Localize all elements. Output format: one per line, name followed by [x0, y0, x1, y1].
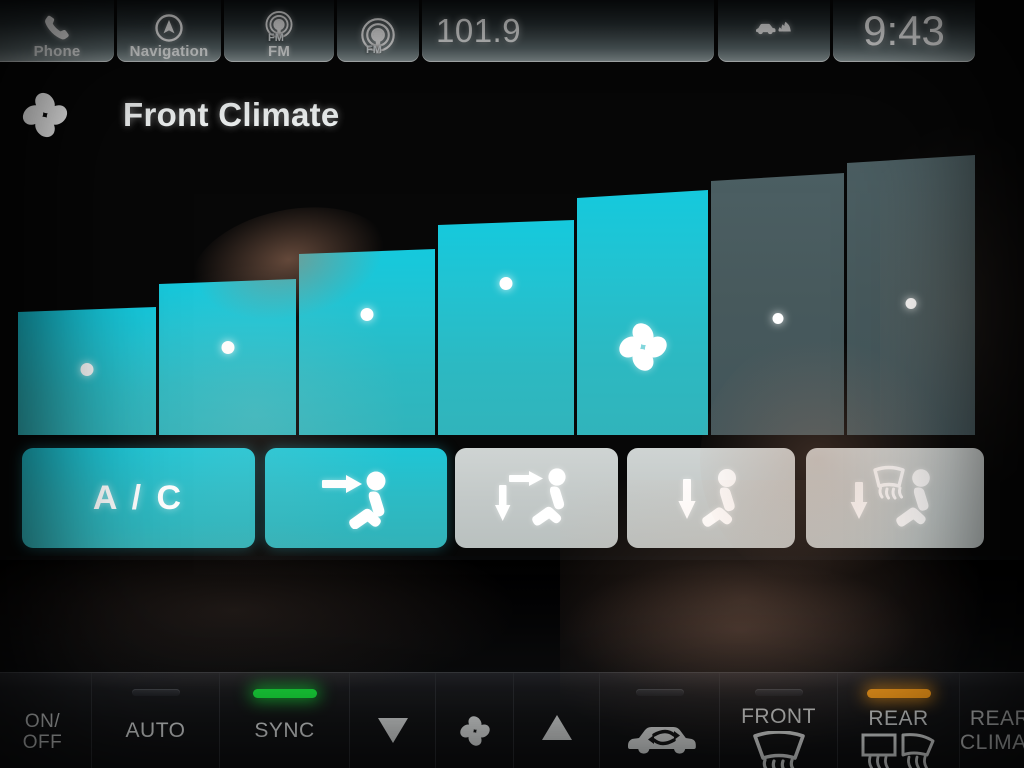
fan-speed-bar-6[interactable] [711, 173, 844, 435]
level-dot [499, 277, 513, 290]
hard-key-rear-defrost[interactable]: REAR [838, 673, 960, 768]
radio-tuner-icon: FM [358, 14, 398, 58]
hard-key-fan[interactable] [436, 673, 514, 768]
status-tile-fm[interactable]: FM FM [224, 0, 334, 62]
hard-key-auto[interactable]: AUTO [92, 673, 220, 768]
vent-defrost-floor-button[interactable] [806, 448, 984, 548]
phone-icon [42, 11, 72, 43]
status-tile-navigation[interactable]: Navigation [117, 0, 221, 62]
hard-key-label: AUTO [125, 719, 186, 742]
hard-key-label: SYNC [254, 719, 315, 742]
fan-speed-bar-5[interactable] [577, 190, 708, 435]
triangle-down-icon [376, 715, 410, 745]
fan-speed-bar-4[interactable] [438, 220, 574, 435]
fan-blade-icon [457, 713, 493, 749]
status-tile-frequency[interactable]: 101.9 [422, 0, 714, 62]
fan-blade-icon [18, 88, 72, 147]
hard-key-fan-up[interactable] [514, 673, 600, 768]
rear-defrost-icon [859, 731, 939, 768]
hard-key-label: REAR [868, 707, 929, 730]
hard-key-sync[interactable]: SYNC [220, 673, 350, 768]
airflow-mode-row: A / C [0, 440, 1024, 555]
status-tile-connectivity[interactable] [718, 0, 830, 62]
status-tile-fm-preset[interactable]: FM [337, 0, 419, 62]
vent-face-floor-button[interactable] [455, 448, 618, 548]
hvac-hard-panel-keys: ON/ OFF AUTO SYNC FRONT REAR REAR CLIMA [0, 672, 1024, 768]
level-dot [360, 308, 374, 321]
hard-key-front-defrost[interactable]: FRONT [720, 673, 838, 768]
vent-face-icon [314, 467, 398, 529]
fan-speed-bar-2[interactable] [159, 279, 296, 435]
hard-key-fan-down[interactable] [350, 673, 436, 768]
hard-key-label-line2: CLIMATE [960, 731, 1024, 754]
fm-badge: FM [366, 44, 382, 56]
ac-button[interactable]: A / C [22, 448, 255, 548]
status-tile-label: Phone [33, 43, 81, 60]
status-tile-label: FM [267, 43, 291, 60]
navigation-compass-icon [154, 11, 184, 43]
fan-speed-bar-1[interactable] [18, 307, 156, 435]
vent-face-button[interactable] [265, 448, 447, 548]
clock-value: 9:43 [863, 7, 945, 54]
vent-defrost-floor-icon [845, 464, 945, 532]
vent-face-floor-icon [491, 465, 583, 531]
hard-key-label: FRONT [741, 705, 816, 728]
page-title: Front Climate [123, 96, 340, 133]
status-tile-phone[interactable]: Phone [0, 0, 114, 62]
fan-speed-slider[interactable] [0, 150, 1024, 435]
windshield-defrost-icon [747, 731, 811, 768]
level-dot [221, 341, 234, 354]
vent-floor-button[interactable] [627, 448, 795, 548]
car-wifi-icon [753, 14, 795, 38]
hard-key-recirculation[interactable] [600, 673, 720, 768]
status-clock[interactable]: 9:43 [833, 0, 975, 62]
radio-tuner-icon: FM [262, 11, 296, 44]
level-dot [80, 363, 94, 376]
key-notch [754, 689, 803, 696]
vent-floor-icon [669, 465, 753, 531]
fan-speed-bar-3[interactable] [299, 249, 435, 435]
hard-key-onoff[interactable]: ON/ OFF [0, 673, 92, 768]
key-notch [131, 689, 180, 696]
sync-led-indicator [252, 689, 317, 698]
hard-key-label-line2: OFF [22, 732, 63, 753]
hard-key-rear-climate[interactable]: REAR CLIMATE [960, 673, 1024, 768]
status-tile-label: Navigation [129, 43, 209, 60]
hard-key-label-line1: ON/ [24, 711, 61, 732]
triangle-up-icon [540, 713, 574, 743]
fan-speed-bar-7[interactable] [847, 155, 975, 435]
radio-frequency: 101.9 [436, 12, 522, 49]
fan-blade-icon [614, 318, 672, 376]
ac-button-label: A / C [92, 478, 185, 517]
status-bar: Phone Navigation FM FM FM 101.9 9:43 [0, 0, 1024, 68]
hard-key-label-line1: REAR [969, 707, 1024, 730]
recirculation-icon [622, 717, 698, 757]
fm-badge: FM [268, 32, 284, 44]
level-dot [772, 313, 783, 324]
key-notch [635, 689, 684, 696]
level-dot [905, 298, 917, 309]
rear-defrost-led-indicator [866, 689, 931, 698]
